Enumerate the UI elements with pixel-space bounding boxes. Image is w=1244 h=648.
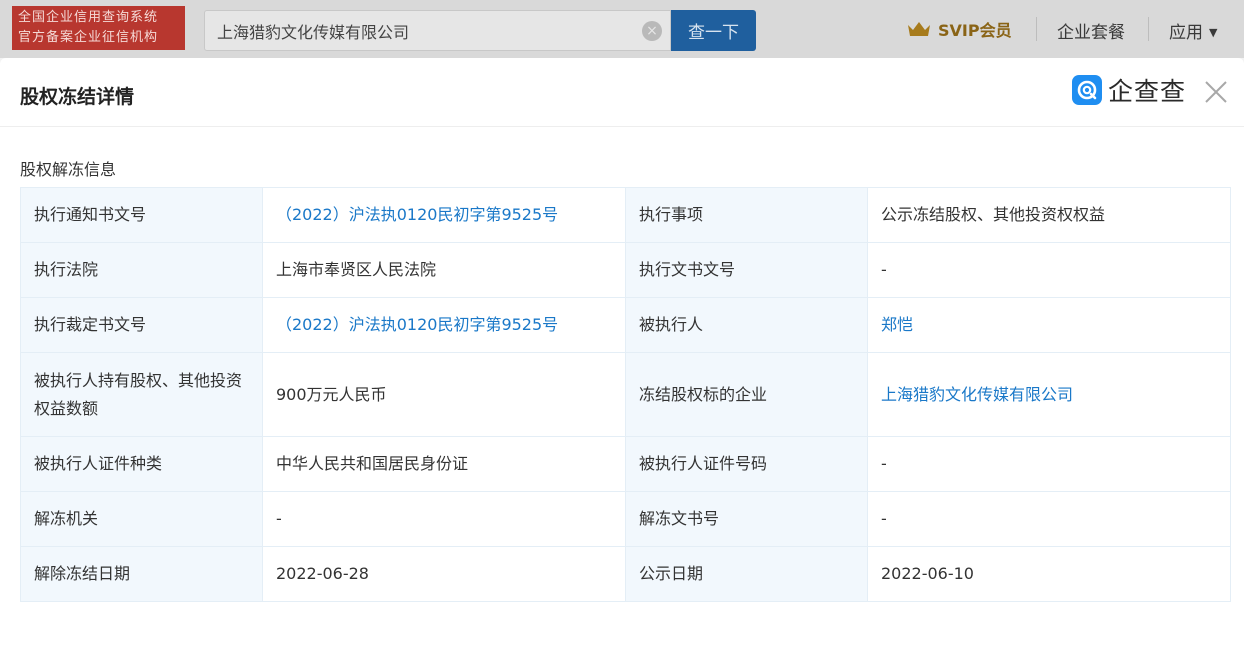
table-row: 解除冻结日期 2022-06-28 公示日期 2022-06-10 (20, 546, 1231, 602)
search-box: × (204, 10, 671, 51)
table-row: 执行裁定书文号 （2022）沪法执0120民初字第9525号 被执行人 郑恺 (20, 297, 1231, 353)
close-icon[interactable] (1202, 78, 1230, 106)
field-value: - (262, 491, 626, 547)
brand-logo-icon (1072, 75, 1102, 105)
field-value: 上海猎豹文化传媒有限公司 (867, 352, 1231, 437)
field-label: 解冻机关 (20, 491, 263, 547)
search-button[interactable]: 查一下 (671, 10, 756, 51)
field-label: 执行文书文号 (625, 242, 868, 298)
table-row: 执行通知书文号 （2022）沪法执0120民初字第9525号 执行事项 公示冻结… (20, 187, 1231, 243)
field-value: 上海市奉贤区人民法院 (262, 242, 626, 298)
field-label: 执行裁定书文号 (20, 297, 263, 353)
dialog-title: 股权冻结详情 (20, 86, 135, 108)
field-value: 郑恺 (867, 297, 1231, 353)
table-row: 被执行人持有股权、其他投资权益数额 900万元人民币 冻结股权标的企业 上海猎豹… (20, 352, 1231, 437)
nav-apps-label: 应用 (1169, 23, 1203, 43)
field-value: 2022-06-28 (262, 546, 626, 602)
field-value: 公示冻结股权、其他投资权权益 (867, 187, 1231, 243)
logo-line-1: 全国企业信用查询系统 (18, 10, 159, 25)
field-label: 被执行人 (625, 297, 868, 353)
logo-line-2: 官方备案企业征信机构 (18, 30, 159, 45)
field-label: 解除冻结日期 (20, 546, 263, 602)
field-value: - (867, 242, 1231, 298)
search-input[interactable] (217, 20, 637, 42)
field-value: - (867, 436, 1231, 492)
field-label: 解冻文书号 (625, 491, 868, 547)
unfreeze-info-table: 执行通知书文号 （2022）沪法执0120民初字第9525号 执行事项 公示冻结… (20, 187, 1231, 602)
ruling-document-link[interactable]: （2022）沪法执0120民初字第9525号 (276, 315, 558, 334)
field-label: 被执行人证件种类 (20, 436, 263, 492)
brand-logo: 企查查 (1072, 74, 1186, 106)
dialog-header: 股权冻结详情 企查查 (0, 58, 1244, 127)
nav-apps-menu[interactable]: 应用 ▼ (1169, 18, 1217, 43)
clear-icon[interactable]: × (642, 21, 662, 41)
field-value: 中华人民共和国居民身份证 (262, 436, 626, 492)
notice-document-link[interactable]: （2022）沪法执0120民初字第9525号 (276, 205, 558, 224)
brand-name: 企查查 (1108, 77, 1187, 106)
svip-member-link[interactable]: SVIP会员 (906, 16, 1012, 42)
field-label: 执行通知书文号 (20, 187, 263, 243)
nav-divider (1148, 17, 1149, 41)
field-value: （2022）沪法执0120民初字第9525号 (262, 297, 626, 353)
table-row: 解冻机关 - 解冻文书号 - (20, 491, 1231, 547)
field-label: 执行事项 (625, 187, 868, 243)
site-logo[interactable]: 全国企业信用查询系统 官方备案企业征信机构 (12, 6, 185, 50)
top-navigation-bar: 全国企业信用查询系统 官方备案企业征信机构 × 查一下 SVIP会员 企业套餐 … (0, 0, 1244, 58)
caret-down-icon: ▼ (1209, 26, 1218, 39)
field-label: 被执行人证件号码 (625, 436, 868, 492)
field-label: 被执行人持有股权、其他投资权益数额 (20, 352, 263, 437)
field-value: 2022-06-10 (867, 546, 1231, 602)
field-label: 冻结股权标的企业 (625, 352, 868, 437)
table-row: 执行法院 上海市奉贤区人民法院 执行文书文号 - (20, 242, 1231, 298)
nav-divider (1036, 17, 1037, 41)
field-value: - (867, 491, 1231, 547)
field-label: 公示日期 (625, 546, 868, 602)
table-row: 被执行人证件种类 中华人民共和国居民身份证 被执行人证件号码 - (20, 436, 1231, 492)
field-value: 900万元人民币 (262, 352, 626, 437)
equity-freeze-detail-dialog: 股权冻结详情 企查查 股权解冻信息 执行通知书文号 （2022）沪法执0120民… (0, 58, 1244, 648)
executed-person-link[interactable]: 郑恺 (881, 315, 913, 334)
section-label: 股权解冻信息 (20, 160, 117, 179)
field-label: 执行法院 (20, 242, 263, 298)
nav-enterprise-package[interactable]: 企业套餐 (1057, 18, 1125, 43)
svip-label: SVIP会员 (938, 21, 1012, 40)
target-company-link[interactable]: 上海猎豹文化传媒有限公司 (881, 385, 1073, 404)
crown-icon (908, 22, 930, 36)
field-value: （2022）沪法执0120民初字第9525号 (262, 187, 626, 243)
